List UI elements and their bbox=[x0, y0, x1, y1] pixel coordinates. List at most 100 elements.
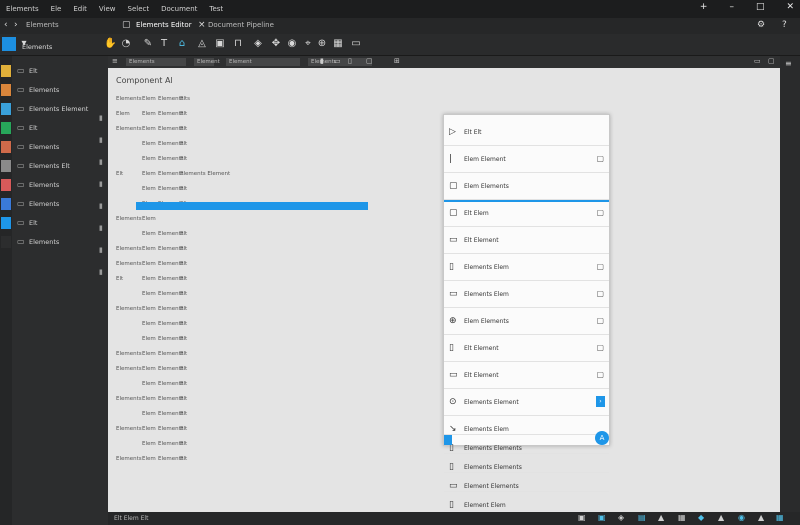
listing-line[interactable]: ElemElementsElt bbox=[108, 291, 218, 299]
menu-item[interactable]: Document bbox=[161, 5, 197, 13]
listing-line[interactable]: Elem Elem Elements Elt bbox=[108, 111, 218, 119]
brush-icon[interactable]: ◔ bbox=[120, 38, 132, 50]
layer-side-icon[interactable]: ▮ bbox=[99, 268, 107, 276]
bookmark-icon[interactable]: ▯ bbox=[348, 57, 352, 65]
layer-row[interactable]: ▭ Elt bbox=[0, 119, 108, 137]
listing-line[interactable]: Elements Elem Elements Elt bbox=[108, 246, 218, 254]
item-action-icon[interactable]: ▢ bbox=[596, 289, 604, 298]
listing-line[interactable]: Elements Elem Elements Elt bbox=[108, 426, 218, 434]
item-action-icon[interactable]: ▢ bbox=[596, 208, 604, 217]
dialog-item[interactable]: ⊕ Elem Elements ▢ bbox=[444, 308, 609, 335]
menu-item[interactable]: Ele bbox=[51, 5, 62, 13]
expand-icon[interactable]: ▢ bbox=[768, 57, 775, 65]
status-icon[interactable]: ▲ bbox=[718, 513, 724, 522]
shape-icon[interactable]: ◬ bbox=[196, 38, 208, 50]
frame-icon[interactable]: ▭ bbox=[350, 38, 362, 50]
dialog-item[interactable]: | Elem Element ▢ bbox=[444, 146, 609, 173]
listing-line[interactable]: Elements Elem Elements Elt bbox=[108, 396, 218, 404]
listing-line[interactable]: Elt Elem Elements Elements Element bbox=[108, 171, 230, 179]
status-icon[interactable]: ◆ bbox=[698, 513, 704, 522]
tab-elements-editor[interactable]: Elements Editor bbox=[136, 21, 192, 29]
listing-line[interactable]: ElemElementsElt bbox=[108, 336, 218, 344]
item-toggle[interactable]: › bbox=[596, 396, 605, 407]
layer-side-icon[interactable]: ▮ bbox=[99, 114, 107, 122]
tab-document-pipeline[interactable]: Document Pipeline bbox=[208, 21, 274, 29]
layer-row[interactable]: ▭ Elements Element bbox=[0, 100, 108, 118]
status-icon[interactable]: ▲ bbox=[658, 513, 664, 522]
listing-line[interactable]: Elements Elem Elements Elts bbox=[108, 96, 218, 104]
menu-item[interactable]: View bbox=[99, 5, 116, 13]
listing-line[interactable]: Elt Elem Elements Elt bbox=[108, 276, 218, 284]
dialog-item[interactable]: ▢ Elt Elem ▢ bbox=[444, 200, 609, 227]
status-icon[interactable]: ▦ bbox=[678, 513, 686, 522]
listing-line[interactable]: ElemElementsElt bbox=[108, 321, 218, 329]
minimize-button[interactable]: – bbox=[729, 2, 734, 12]
image-icon[interactable]: ▭ bbox=[334, 57, 341, 65]
document-canvas[interactable]: ≡ Elements Element Element Elements ▮ ▭ … bbox=[108, 56, 780, 525]
status-icon[interactable]: ◉ bbox=[738, 513, 745, 522]
settings-icon[interactable]: ⚙ bbox=[757, 20, 765, 30]
layer-side-icon[interactable]: ▮ bbox=[99, 158, 107, 166]
listing-line[interactable]: Elements Elem Elements Elt bbox=[108, 456, 218, 464]
dialog-item[interactable]: ▭ Elements Elem ▢ bbox=[444, 281, 609, 308]
layer-row[interactable]: ▭ Elt bbox=[0, 214, 108, 232]
listing-line[interactable]: Elements Elem bbox=[108, 216, 218, 224]
item-action-icon[interactable]: ▢ bbox=[596, 262, 604, 271]
grid-icon[interactable]: ▦ bbox=[332, 38, 344, 50]
layer-side-icon[interactable]: ▮ bbox=[99, 180, 107, 188]
status-icon[interactable]: ▦ bbox=[776, 513, 784, 522]
layer-row[interactable]: ▭ Elt bbox=[0, 62, 108, 80]
pen-icon[interactable]: ✎ bbox=[142, 38, 154, 50]
dialog-item[interactable]: ▭ Elt Element bbox=[444, 227, 609, 254]
menu-item[interactable]: Select bbox=[128, 5, 150, 13]
status-icon[interactable]: ▤ bbox=[638, 513, 646, 522]
flag-icon[interactable]: ▮ bbox=[320, 57, 324, 65]
dialog-item[interactable]: ↘ Elements Elem bbox=[444, 416, 609, 435]
item-action-icon[interactable]: ▢ bbox=[596, 343, 604, 352]
window-icon[interactable]: ▢ bbox=[366, 57, 373, 65]
transform-icon[interactable]: ✥ bbox=[270, 38, 282, 50]
path-icon[interactable]: ⌂ bbox=[176, 38, 188, 50]
tab-elements[interactable]: Elements bbox=[26, 21, 59, 29]
layer-side-icon[interactable]: ▮ bbox=[99, 224, 107, 232]
eyedropper-icon[interactable]: ◈ bbox=[252, 38, 264, 50]
node-icon[interactable]: ◉ bbox=[286, 38, 298, 50]
dialog-item[interactable]: ▷ Elt Elt bbox=[444, 119, 609, 146]
new-window-button[interactable]: + bbox=[700, 2, 708, 12]
dialog-item[interactable]: ▭ Elt Element ▢ bbox=[444, 362, 609, 389]
layer-row[interactable]: ▭ Elements bbox=[0, 138, 108, 156]
listing-line[interactable]: Elements Elem Elements Elt bbox=[108, 366, 218, 374]
layer-side-icon[interactable]: ▮ bbox=[99, 202, 107, 210]
dialog-item[interactable]: ▯ Elements Elements bbox=[444, 435, 609, 454]
listing-line[interactable]: Elements Elem Elements Elt bbox=[108, 351, 218, 359]
view-icon[interactable]: ▭ bbox=[754, 57, 761, 65]
listing-line[interactable]: ElemElementsElt bbox=[108, 141, 218, 149]
dialog-badge[interactable]: A bbox=[595, 431, 609, 445]
zoom-icon[interactable]: ⊕ bbox=[316, 38, 328, 50]
listing-line[interactable]: ElemElementsElt bbox=[108, 381, 218, 389]
help-icon[interactable]: ? bbox=[782, 20, 787, 30]
status-icon[interactable]: ◈ bbox=[618, 513, 624, 522]
dialog-item[interactable]: ▭ Element Elements bbox=[444, 473, 609, 492]
status-icon[interactable]: ▣ bbox=[598, 513, 606, 522]
forward-icon[interactable]: › bbox=[14, 20, 18, 30]
crop-icon[interactable]: ⌖ bbox=[302, 38, 314, 50]
item-action-icon[interactable]: ▢ bbox=[596, 370, 604, 379]
layer-row[interactable]: ▭ Elements bbox=[0, 176, 108, 194]
fill-icon[interactable]: ▣ bbox=[214, 38, 226, 50]
menu-item[interactable]: Test bbox=[209, 5, 223, 13]
listing-line[interactable]: ElemElementsElt bbox=[108, 156, 218, 164]
menu-item[interactable]: Edit bbox=[73, 5, 87, 13]
layer-row[interactable]: ▭ Elements bbox=[0, 195, 108, 213]
listing-line[interactable]: ElemElementsElt bbox=[108, 411, 218, 419]
ruler-cell[interactable]: Elements bbox=[126, 58, 186, 66]
layer-side-icon[interactable]: ▮ bbox=[99, 246, 107, 254]
maximize-button[interactable]: □ bbox=[756, 2, 765, 12]
lock-icon[interactable]: ⊓ bbox=[232, 38, 244, 50]
listing-line[interactable]: ElemElementsElt bbox=[108, 231, 218, 239]
dialog-item[interactable]: ▯ Elt Element ▢ bbox=[444, 335, 609, 362]
ruler-toggle-icon[interactable]: ≡ bbox=[112, 57, 118, 65]
status-icon[interactable]: ▲ bbox=[758, 513, 764, 522]
close-button[interactable]: ✕ bbox=[786, 2, 794, 12]
status-icon[interactable]: ▣ bbox=[578, 513, 586, 522]
